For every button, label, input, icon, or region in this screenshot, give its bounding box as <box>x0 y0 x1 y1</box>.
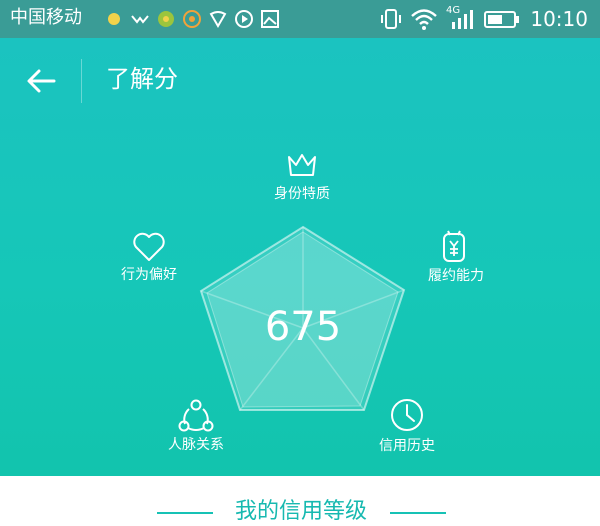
network-icon <box>178 399 214 432</box>
heart-icon <box>133 232 165 261</box>
carrier-name: 中国移动 <box>10 7 82 28</box>
axis-label-connections: 人脉关系 <box>168 437 224 453</box>
axis-label-identity: 身份特质 <box>274 186 330 202</box>
credit-score: 675 <box>264 304 342 350</box>
axis-label-credit-history: 信用历史 <box>379 438 435 454</box>
coin-icon <box>182 9 202 29</box>
radar-chart <box>199 225 406 411</box>
notification-dot-icon <box>104 9 124 29</box>
video-icon <box>234 9 254 29</box>
section-divider-right <box>390 512 446 514</box>
network-type: 4G <box>446 5 461 16</box>
section-title: 我的信用等级 <box>234 499 368 524</box>
crown-icon <box>288 154 316 176</box>
wifi-icon <box>410 7 438 31</box>
wechat-icon <box>130 9 150 29</box>
signal-icon: 4G <box>446 5 476 31</box>
clock-icon <box>391 399 423 431</box>
notification-icons <box>104 8 280 30</box>
status-bar: 中国移动 4G 10:10 <box>0 0 600 38</box>
system-icons: 4G <box>380 5 520 32</box>
shield-icon <box>208 9 228 29</box>
game-icon <box>156 9 176 29</box>
credit-score-panel: 了解分 675 身份特质 履约能力 信用历史 人脉关系 行为偏好 <box>0 38 600 476</box>
contract-yuan-icon <box>443 230 465 262</box>
credit-level-section: 我的信用等级 <box>0 476 600 526</box>
battery-icon <box>484 7 520 31</box>
status-clock: 10:10 <box>530 7 588 31</box>
axis-label-performance: 履约能力 <box>428 268 484 284</box>
vibrate-icon <box>380 7 402 31</box>
gallery-icon <box>260 9 280 29</box>
axis-label-behavior: 行为偏好 <box>121 267 177 283</box>
section-divider-left <box>157 512 213 514</box>
